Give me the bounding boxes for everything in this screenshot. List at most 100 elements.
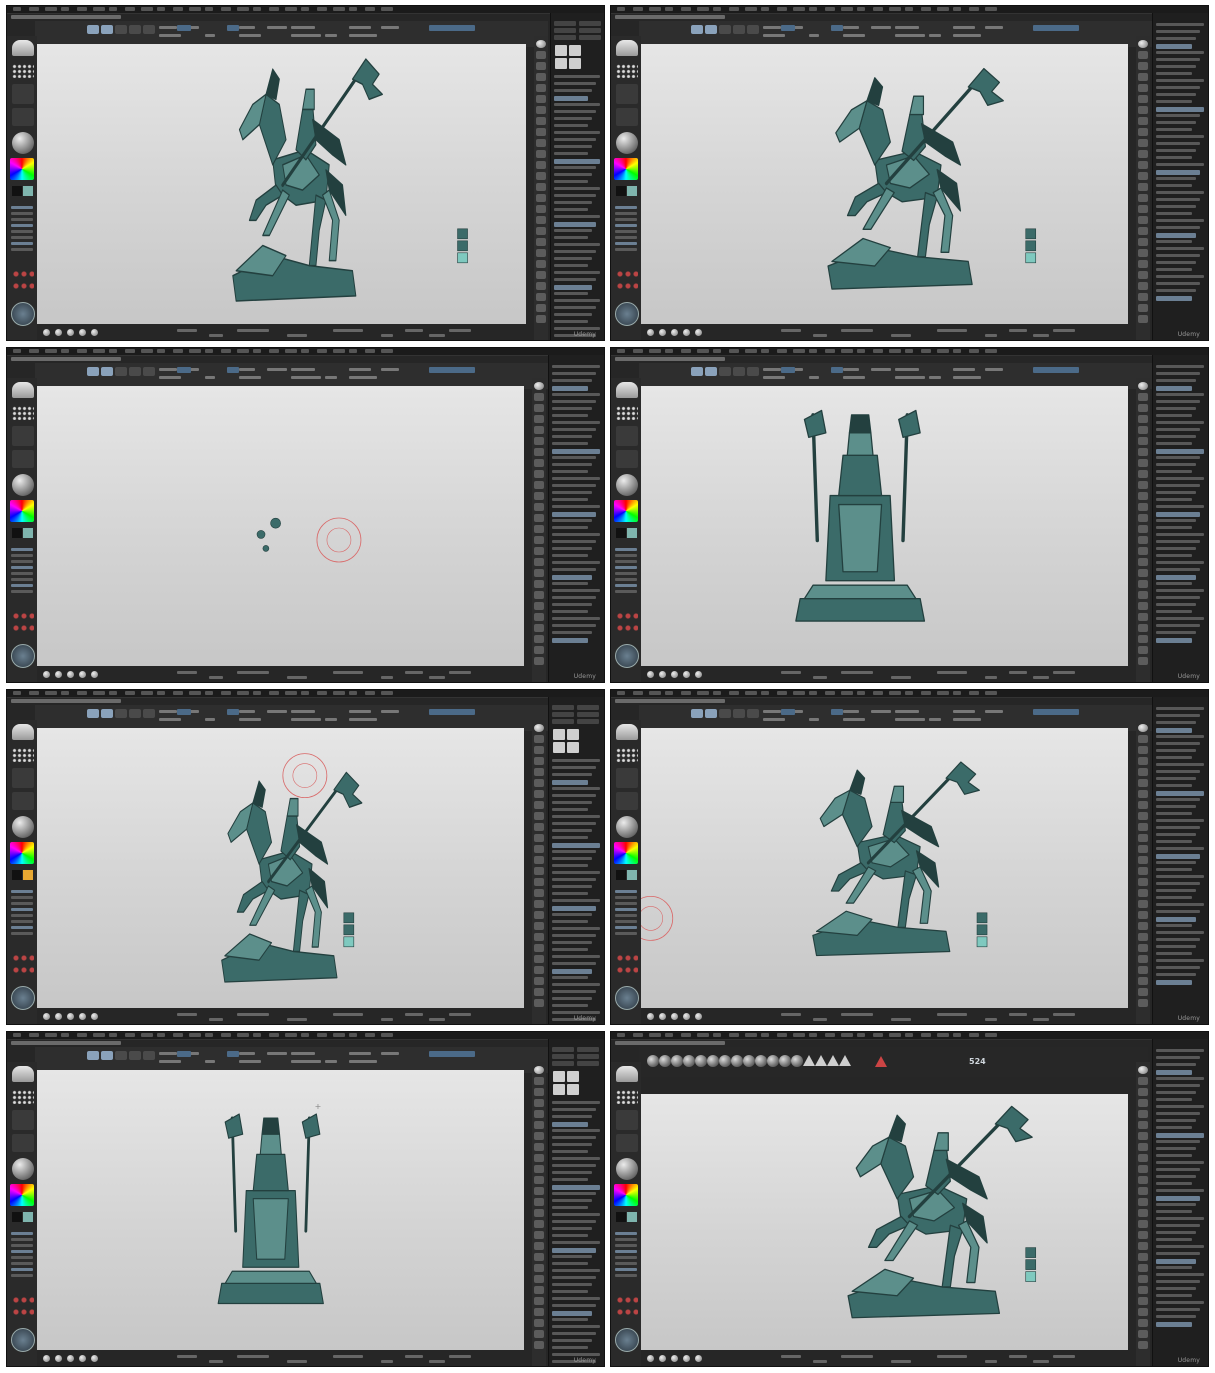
left-shelf-option[interactable] <box>11 218 33 221</box>
subtool-row[interactable] <box>1156 254 1200 257</box>
texture-thumbnail[interactable] <box>12 450 34 468</box>
left-shelf-option[interactable] <box>11 206 33 209</box>
menu-item[interactable] <box>937 7 949 11</box>
subtool-row[interactable] <box>552 990 596 993</box>
navigation-gizmo-icon[interactable] <box>11 1328 35 1352</box>
menu-item[interactable] <box>173 7 183 11</box>
stroke-thumbnail[interactable] <box>12 64 34 78</box>
subtool-row[interactable] <box>1156 289 1196 292</box>
right-shelf-button[interactable] <box>1138 812 1148 820</box>
subtool-row[interactable] <box>1156 79 1204 82</box>
tool-thumbnail[interactable] <box>553 1084 565 1095</box>
subtool-row[interactable] <box>1156 840 1192 843</box>
alpha-thumbnail[interactable] <box>12 1110 34 1130</box>
subtool-row[interactable] <box>552 1227 592 1230</box>
subtool-row[interactable] <box>554 173 592 176</box>
right-shelf-button[interactable] <box>534 536 544 544</box>
right-shelf-button[interactable] <box>536 150 546 158</box>
menu-item[interactable] <box>45 691 57 695</box>
subtool-row[interactable] <box>552 1262 588 1265</box>
left-shelf-option[interactable] <box>615 1256 637 1259</box>
right-shelf-button[interactable] <box>536 62 546 70</box>
subtool-row[interactable] <box>552 1199 592 1202</box>
subtool-row[interactable] <box>1156 624 1200 627</box>
subtool-row[interactable] <box>554 96 588 101</box>
right-shelf-button[interactable] <box>1138 150 1148 158</box>
subtool-row[interactable] <box>1156 589 1204 592</box>
subtool-row[interactable] <box>1156 1196 1200 1201</box>
subtool-row[interactable] <box>552 892 588 895</box>
right-shelf-button[interactable] <box>536 183 546 191</box>
right-shelf-button[interactable] <box>1138 293 1148 301</box>
right-shelf-button[interactable] <box>1138 117 1148 125</box>
subtool-row[interactable] <box>552 850 596 853</box>
right-shelf-button[interactable] <box>534 944 544 952</box>
alpha-thumbnail[interactable] <box>616 426 638 446</box>
menu-item[interactable] <box>93 1033 105 1037</box>
left-shelf-option[interactable] <box>615 1238 637 1241</box>
subtool-row[interactable] <box>1156 191 1204 194</box>
brush-thumbnail[interactable] <box>616 724 638 740</box>
subtool-row[interactable] <box>552 1171 592 1174</box>
subtool-row[interactable] <box>1156 777 1196 780</box>
toolbar-slider[interactable] <box>227 25 239 31</box>
menu-item[interactable] <box>649 691 661 695</box>
menu-item[interactable] <box>649 1033 661 1037</box>
subtool-row[interactable] <box>552 456 596 459</box>
subtool-row[interactable] <box>552 624 596 627</box>
subtool-row[interactable] <box>1156 442 1192 445</box>
toolbar-mode-button[interactable] <box>101 367 113 376</box>
right-shelf-button[interactable] <box>536 216 546 224</box>
subtool-row[interactable] <box>552 1157 600 1160</box>
subtool-row[interactable] <box>554 145 592 148</box>
menu-item[interactable] <box>761 7 769 11</box>
subtool-row[interactable] <box>552 780 588 785</box>
tool-menu-button[interactable] <box>554 28 576 33</box>
left-shelf-option[interactable] <box>615 224 637 227</box>
right-shelf-button[interactable] <box>534 746 544 754</box>
menu-item[interactable] <box>985 349 997 353</box>
subtool-row[interactable] <box>1156 58 1200 61</box>
toolbar-slider[interactable] <box>1033 709 1079 715</box>
right-shelf-button[interactable] <box>534 977 544 985</box>
subtool-row[interactable] <box>1156 568 1200 571</box>
menu-item[interactable] <box>317 349 327 353</box>
secondary-color-swatch[interactable] <box>627 1212 637 1222</box>
right-shelf-button[interactable] <box>534 1099 544 1107</box>
subtool-row[interactable] <box>1156 1112 1200 1115</box>
right-shelf-button[interactable] <box>1138 790 1148 798</box>
right-shelf-button[interactable] <box>534 889 544 897</box>
subtool-row[interactable] <box>1156 749 1196 752</box>
subtool-row[interactable] <box>1156 463 1196 466</box>
material-swatch-row[interactable] <box>616 1308 638 1316</box>
material-sphere-icon[interactable] <box>12 816 34 838</box>
subtool-row[interactable] <box>552 1178 588 1181</box>
subtool-row[interactable] <box>552 491 592 494</box>
menu-item[interactable] <box>873 7 883 11</box>
menu-item[interactable] <box>745 349 757 353</box>
menu-item[interactable] <box>61 7 69 11</box>
subtool-row[interactable] <box>1156 714 1200 717</box>
subtool-row[interactable] <box>1156 428 1200 431</box>
menu-item[interactable] <box>745 7 757 11</box>
menu-item[interactable] <box>905 691 913 695</box>
subtool-row[interactable] <box>1156 1266 1192 1269</box>
toolbar-mode-button[interactable] <box>115 1051 127 1060</box>
right-shelf-button[interactable] <box>536 161 546 169</box>
navigation-gizmo-icon[interactable] <box>615 302 639 326</box>
right-shelf-button[interactable] <box>1138 635 1148 643</box>
right-shelf-button[interactable] <box>536 271 546 279</box>
right-shelf-button[interactable] <box>534 514 544 522</box>
tool-menu-button[interactable] <box>577 1061 599 1066</box>
subtool-row[interactable] <box>1156 65 1196 68</box>
subtool-row[interactable] <box>1156 540 1200 543</box>
left-shelf-option[interactable] <box>615 584 637 587</box>
menu-item[interactable] <box>713 691 721 695</box>
menu-item[interactable] <box>269 1033 279 1037</box>
menu-item[interactable] <box>13 691 21 695</box>
subtool-row[interactable] <box>554 194 596 197</box>
menu-item[interactable] <box>889 349 901 353</box>
menu-item[interactable] <box>873 1033 883 1037</box>
brush-icon[interactable] <box>815 1055 827 1066</box>
toolbar-mode-button[interactable] <box>129 367 141 376</box>
